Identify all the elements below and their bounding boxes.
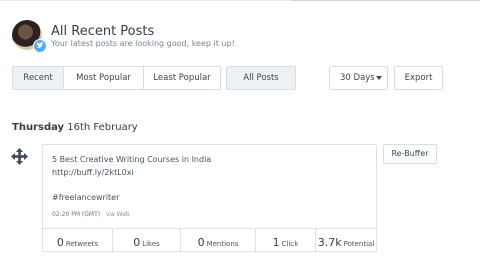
stat-value: 0 xyxy=(56,236,64,249)
post-card: 5 Best Creative Writing Courses in India… xyxy=(42,144,377,253)
stat-clicks: 1 Click xyxy=(256,229,316,253)
tab-most-popular[interactable]: Most Popular xyxy=(64,67,144,89)
stat-mentions: 0 Mentions xyxy=(181,229,256,253)
stat-label: Potential xyxy=(343,240,375,248)
stat-retweets: 0 Retweets xyxy=(43,229,113,253)
day-group-heading: Thursday 16th February xyxy=(12,122,138,133)
post-meta: 02:20 PM (GMT) via Web xyxy=(52,211,130,218)
tab-recent[interactable]: Recent xyxy=(13,67,64,89)
stat-likes: 0 Likes xyxy=(113,229,181,253)
day-group-date: 16th February xyxy=(67,122,138,133)
post-time: 02:20 PM (GMT) xyxy=(52,211,101,218)
page-subtitle: Your latest posts are looking good, keep… xyxy=(51,39,235,48)
caret-down-icon xyxy=(376,76,382,80)
post-stats: 0 Retweets 0 Likes 0 Mentions 1 Click 3.7k Po… xyxy=(43,228,376,253)
stat-potential: 3.7k Potential xyxy=(316,229,376,253)
twitter-bird-icon xyxy=(33,39,47,53)
stat-value: 0 xyxy=(197,236,205,249)
top-divider-segment xyxy=(292,0,480,1)
tab-least-popular[interactable]: Least Popular xyxy=(144,67,220,89)
top-divider xyxy=(0,0,480,4)
stat-label: Mentions xyxy=(206,240,239,248)
export-button[interactable]: Export xyxy=(394,66,443,90)
date-range-label: 30 Days xyxy=(340,73,375,83)
stat-value: 3.7k xyxy=(317,236,342,249)
all-posts-filter-button[interactable]: All Posts xyxy=(226,66,296,90)
stat-value: 0 xyxy=(133,236,141,249)
post-text: 5 Best Creative Writing Courses in India… xyxy=(52,155,212,202)
stat-value: 1 xyxy=(272,236,280,249)
day-group-weekday: Thursday xyxy=(12,122,65,133)
date-range-dropdown[interactable]: 30 Days xyxy=(329,66,388,90)
move-arrows-icon[interactable] xyxy=(11,148,28,169)
sort-tab-group: Recent Most Popular Least Popular xyxy=(12,66,221,90)
stat-label: Click xyxy=(281,240,299,248)
stat-label: Retweets xyxy=(65,240,99,248)
page-title: All Recent Posts xyxy=(51,24,155,39)
post-via: via Web xyxy=(105,211,130,218)
stat-label: Likes xyxy=(142,240,160,248)
rebuffer-button[interactable]: Re-Buffer xyxy=(383,144,437,164)
